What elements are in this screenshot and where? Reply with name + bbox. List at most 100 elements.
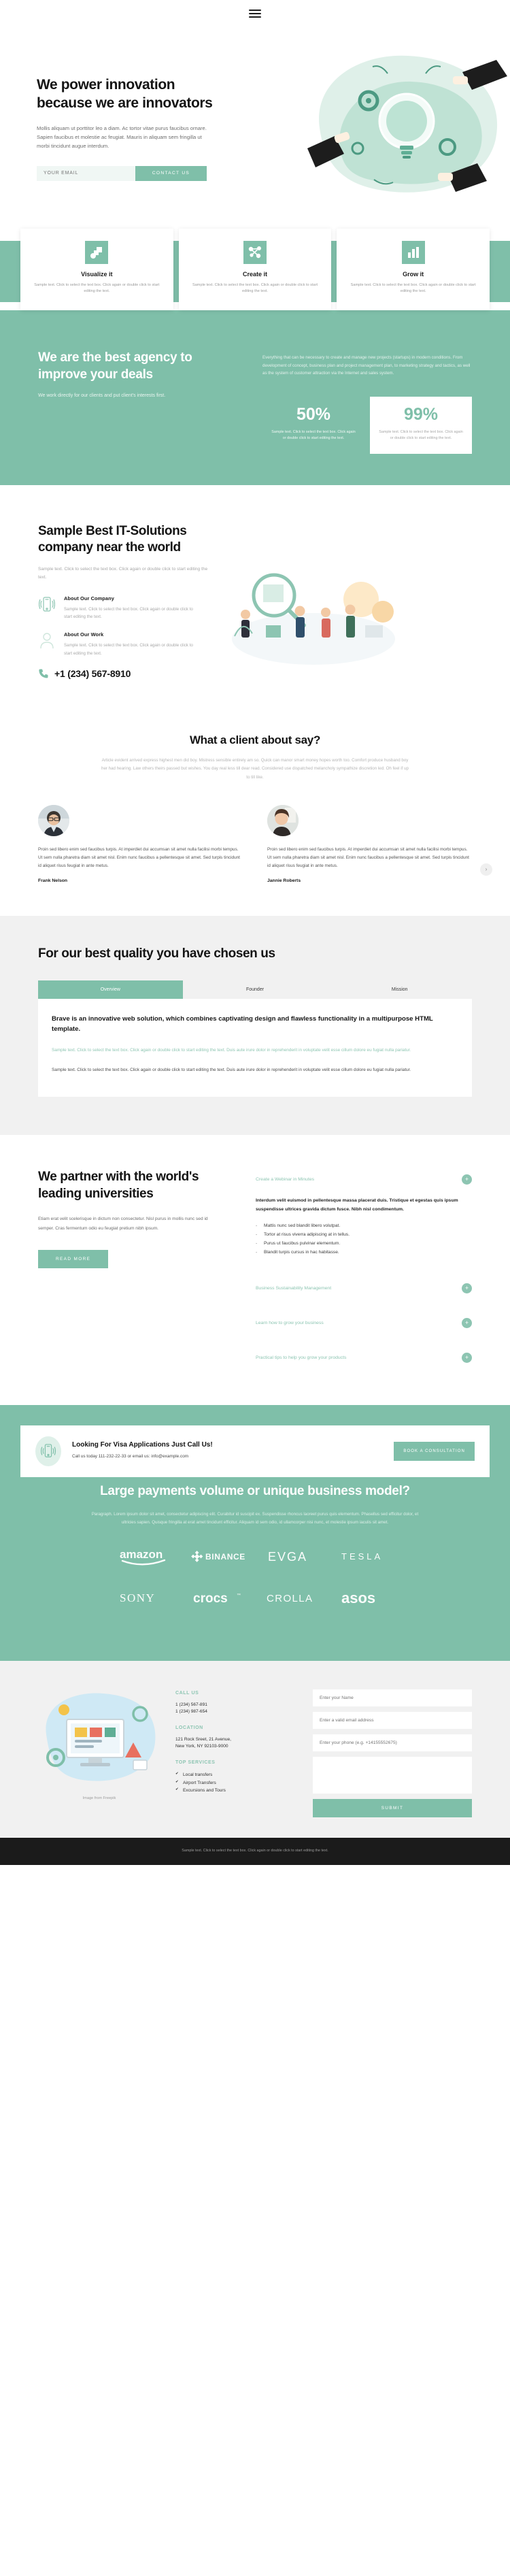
it-phone-row[interactable]: +1 (234) 567-8910: [38, 668, 225, 679]
footer-service-item: Airport Transfers: [175, 1779, 298, 1787]
it-solutions-lead: Sample text. Click to select the text bo…: [38, 567, 208, 580]
book-consultation-button[interactable]: BOOK A CONSULTATION: [394, 1441, 475, 1461]
footer-service-item: Local transfers: [175, 1771, 298, 1779]
quality-title: For our best quality you have chosen us: [38, 946, 275, 961]
agency-body: Everything that can be necessary to crea…: [262, 355, 471, 376]
tab-mission[interactable]: Mission: [327, 980, 472, 999]
brand-row-1: amazon BINANCE EVGA TESLA: [20, 1547, 490, 1569]
accordion-item-grow-business: Learn how to grow your business +: [256, 1306, 472, 1340]
svg-text:crocs: crocs: [193, 1591, 228, 1605]
accordion-item-practical-tips: Practical tips to help you grow your pro…: [256, 1340, 472, 1375]
quality-panel-green-text: Sample text. Click to select the text bo…: [52, 1048, 411, 1053]
feature-card-text: Sample text. Click to select the text bo…: [34, 282, 160, 294]
svg-text:CROLLA: CROLLA: [267, 1593, 313, 1604]
hamburger-menu-icon[interactable]: [249, 10, 261, 18]
it-solutions-section: Sample Best IT-Solutions company near th…: [0, 485, 510, 709]
footer-phones: 1 (234) 567-891 1 (234) 987-654: [175, 1702, 207, 1715]
agency-section: We are the best agency to improve your d…: [0, 310, 510, 486]
testimonial-next-button[interactable]: ›: [480, 863, 492, 876]
quality-tabs: Overview Founder Mission: [38, 980, 472, 999]
svg-text:™: ™: [237, 1593, 241, 1598]
footer-bottom-bar: Sample text. Click to select the text bo…: [0, 1837, 510, 1866]
binance-logo: BINANCE: [190, 1549, 249, 1566]
stat-text: Sample text. Click to select the text bo…: [379, 429, 463, 441]
amazon-logo: amazon: [118, 1547, 173, 1569]
accordion-header[interactable]: Create a Webinar in Minutes +: [256, 1170, 472, 1189]
plus-icon[interactable]: +: [462, 1352, 472, 1363]
location-label: LOCATION: [175, 1725, 203, 1730]
plus-icon[interactable]: +: [462, 1317, 472, 1328]
accordion-title: Practical tips to help you grow your pro…: [256, 1355, 347, 1360]
accordion-bullet: Blandit turpis cursus in hac habitasse.: [256, 1249, 472, 1257]
footer-bottom-text: Sample text. Click to select the text bo…: [182, 1848, 328, 1853]
accordion-bullet: Tortor at risus viverra adipiscing at in…: [256, 1231, 472, 1240]
testimonial-name: Jannie Roberts: [267, 878, 301, 884]
it-feature-text: Sample text. Click to select the text bo…: [64, 607, 193, 620]
hero-contact-button[interactable]: CONTACT US: [135, 165, 207, 181]
footer-name-input[interactable]: [313, 1689, 472, 1706]
tab-overview[interactable]: Overview: [38, 980, 183, 999]
footer-address: 121 Rock Sreet, 21 Avenue, New York, NY …: [175, 1736, 231, 1749]
asos-logo: asos: [340, 1589, 392, 1609]
stat-card-99: 99% Sample text. Click to select the tex…: [370, 396, 472, 455]
footer-submit-button[interactable]: SUBMIT: [313, 1798, 472, 1817]
footer-service-item: Excursions and Tours: [175, 1787, 298, 1795]
mobile-ring-icon: [35, 1436, 61, 1466]
hamburger-line: [249, 13, 261, 14]
top-services-label: TOP SERVICES: [175, 1760, 216, 1765]
accordion-item-sustainability: Business Sustainability Management +: [256, 1271, 472, 1306]
top-navigation-bar: [0, 0, 510, 27]
agency-title: We are the best agency to improve your d…: [38, 350, 192, 382]
accordion-body: Interdum velit euismod in pellentesque m…: [256, 1189, 472, 1271]
phone-icon: [39, 669, 48, 678]
feature-card-title: Grow it: [403, 270, 424, 278]
partner-paragraph: Etiam erat velit scelerisque in dictum n…: [38, 1217, 208, 1232]
stat-number: 99%: [403, 404, 439, 424]
hero-email-form: CONTACT US: [37, 165, 207, 181]
hero-title: We power innovation because we are innov…: [37, 77, 213, 111]
feature-card-visualize[interactable]: Visualize it Sample text. Click to selec…: [20, 228, 173, 311]
shapes-icon: [85, 240, 109, 264]
accordion-header[interactable]: Practical tips to help you grow your pro…: [256, 1340, 472, 1375]
plus-icon[interactable]: +: [462, 1283, 472, 1293]
payments-paragraph: Paragraph. Lorem ipsum dolor sit amet, c…: [91, 1512, 419, 1525]
footer-email-input[interactable]: [313, 1711, 472, 1729]
feature-card-grow[interactable]: Grow it Sample text. Click to select the…: [337, 228, 490, 311]
footer-section: Image from Freepik CALL US 1 (234) 567-8…: [0, 1660, 510, 1838]
agency-stats: 50% Sample text. Click to select the tex…: [262, 396, 472, 455]
tab-founder[interactable]: Founder: [183, 980, 328, 999]
stat-card-50: 50% Sample text. Click to select the tex…: [262, 397, 364, 455]
accordion-bullet-list: Mattis nunc sed blandit libero volutpat.…: [256, 1222, 472, 1257]
accordion-header[interactable]: Business Sustainability Management +: [256, 1271, 472, 1306]
quality-panel-heading: Brave is an innovative web solution, whi…: [52, 1014, 433, 1034]
stat-number: 50%: [296, 404, 331, 424]
accordion-header[interactable]: Learn how to grow your business +: [256, 1306, 472, 1340]
avatar: [267, 804, 299, 836]
accordion-body-text: Interdum velit euismod in pellentesque m…: [256, 1198, 458, 1212]
quality-section: For our best quality you have chosen us …: [0, 916, 510, 1136]
partner-title: We partner with the world's leading univ…: [38, 1170, 199, 1201]
sony-logo: SONY: [118, 1591, 174, 1608]
it-feature-company: About Our Company Sample text. Click to …: [38, 595, 225, 621]
svg-text:asos: asos: [341, 1589, 375, 1606]
chart-icon: [401, 240, 425, 264]
svg-text:TESLA: TESLA: [341, 1551, 383, 1562]
hero-illustration: [292, 46, 510, 203]
svg-text:BINANCE: BINANCE: [205, 1552, 245, 1562]
page-root: We power innovation because we are innov…: [0, 0, 510, 1866]
accordion-title: Create a Webinar in Minutes: [256, 1177, 315, 1183]
read-more-button[interactable]: READ MORE: [38, 1250, 109, 1269]
hero-email-input[interactable]: [37, 165, 135, 181]
mobile-signal-icon: [38, 595, 56, 616]
plus-icon[interactable]: +: [462, 1174, 472, 1185]
feature-card-create[interactable]: Create it Sample text. Click to select t…: [178, 228, 332, 311]
testimonials-section: What a client about say? Article evident…: [0, 708, 510, 917]
feature-card-title: Visualize it: [81, 270, 113, 278]
footer-phone-input[interactable]: [313, 1734, 472, 1751]
footer-services-list: Local transfers Airport Transfers Excurs…: [175, 1771, 298, 1795]
it-phone-number: +1 (234) 567-8910: [54, 667, 131, 679]
feature-card-title: Create it: [243, 270, 268, 278]
footer-message-textarea[interactable]: [313, 1756, 472, 1794]
svg-text:amazon: amazon: [120, 1548, 163, 1561]
testimonial-name: Frank Nelson: [38, 878, 68, 884]
